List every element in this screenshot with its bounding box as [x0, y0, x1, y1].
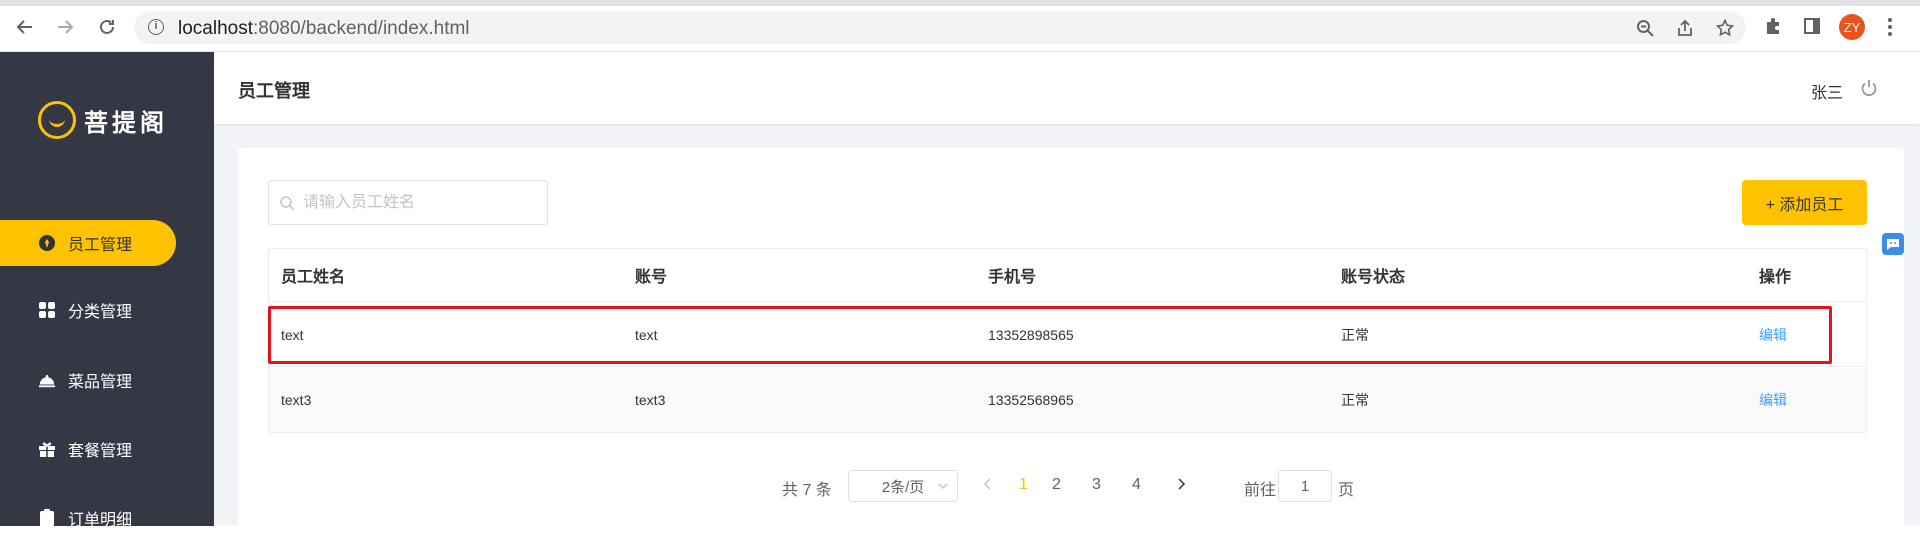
edit-link[interactable]: 编辑: [1759, 390, 1787, 410]
url-path: :8080/backend/index.html: [253, 18, 470, 39]
cell-name: text: [281, 326, 304, 343]
zoom-icon[interactable]: [1634, 17, 1656, 39]
page-number[interactable]: 3: [1092, 476, 1101, 494]
cell-phone: 13352898565: [988, 326, 1074, 343]
employee-icon: [38, 234, 56, 252]
url-host: localhost: [178, 18, 253, 39]
page-size-select[interactable]: 2条/页: [848, 470, 958, 502]
main-content: 员工管理 张三 + 添加员工 员工姓名 账号 手机号 账号状态 操作 text …: [214, 52, 1920, 548]
forward-icon[interactable]: [52, 14, 78, 40]
cell-phone: 13352568965: [988, 392, 1074, 408]
sidebar-item-category[interactable]: 分类管理: [0, 287, 176, 333]
column-header-status: 账号状态: [1341, 269, 1406, 286]
sidebar-item-order[interactable]: 订单明细: [0, 495, 176, 541]
table-row: text text 13352898565 正常 编辑: [269, 303, 1866, 367]
next-page-icon[interactable]: [1174, 476, 1188, 492]
logo: 菩提阁: [38, 100, 168, 140]
column-header-phone: 手机号: [988, 269, 1037, 286]
bookmark-star-icon[interactable]: [1714, 17, 1736, 39]
browser-toolbar: i localhost:8080/backend/index.html ZY: [0, 0, 1920, 52]
add-employee-button[interactable]: + 添加员工: [1742, 180, 1867, 225]
search-field[interactable]: [268, 180, 548, 225]
page-number[interactable]: 2: [1052, 476, 1061, 494]
table-header-row: 员工姓名 账号 手机号 账号状态 操作: [269, 249, 1866, 302]
cell-name: text3: [281, 392, 312, 408]
sidebar-item-employee[interactable]: 员工管理: [0, 220, 176, 266]
search-icon: [280, 195, 295, 211]
browser-menu-icon[interactable]: [1880, 14, 1900, 40]
chat-widget-icon[interactable]: [1882, 233, 1904, 255]
page-size-value: 2条/页: [881, 478, 925, 496]
table-row: text3 text3 13352568965 正常 编辑: [269, 368, 1866, 432]
page-number[interactable]: 4: [1132, 476, 1141, 494]
prev-page-icon[interactable]: [981, 476, 995, 492]
cell-account: text3: [635, 392, 666, 408]
cell-account: text: [635, 326, 658, 343]
cell-status: 正常: [1341, 326, 1369, 343]
page-title: 员工管理: [238, 81, 310, 101]
sidebar-item-label: 分类管理: [68, 304, 133, 321]
page-header: 员工管理 张三: [214, 52, 1920, 124]
user-name[interactable]: 张三: [1811, 79, 1843, 103]
pagination-total: 共 7 条: [782, 482, 832, 499]
goto-page-input[interactable]: [1278, 470, 1332, 502]
cell-status: 正常: [1341, 392, 1369, 408]
tab-strip: [0, 0, 1920, 6]
sidebar-item-label: 套餐管理: [68, 443, 133, 460]
logo-text: 菩提阁: [84, 109, 168, 137]
search-input[interactable]: [303, 193, 533, 212]
sidebar-item-label: 订单明细: [68, 512, 133, 529]
sidebar-item-label: 员工管理: [68, 237, 133, 254]
gift-icon: [38, 440, 56, 458]
sidebar: 菩提阁 员工管理 分类管理 菜品管理 套餐管理 订单明细: [0, 52, 214, 529]
dish-cloche-icon: [38, 371, 56, 389]
pagination: 共 7 条 2条/页 1 2 3 4 前往 页: [238, 468, 1904, 502]
logout-power-icon[interactable]: [1859, 78, 1879, 98]
url-text: localhost:8080/backend/index.html: [178, 18, 470, 40]
reload-icon[interactable]: [94, 14, 120, 40]
column-header-name: 员工姓名: [281, 269, 346, 286]
sidebar-item-setmeal[interactable]: 套餐管理: [0, 426, 176, 472]
back-icon[interactable]: [12, 14, 38, 40]
address-bar[interactable]: i localhost:8080/backend/index.html: [134, 11, 1746, 44]
employee-table: 员工姓名 账号 手机号 账号状态 操作 text text 1335289856…: [268, 248, 1867, 433]
column-header-account: 账号: [635, 269, 668, 286]
share-icon[interactable]: [1674, 17, 1696, 39]
profile-avatar[interactable]: ZY: [1839, 14, 1865, 40]
site-info-icon[interactable]: i: [148, 19, 164, 35]
category-grid-icon: [38, 301, 56, 319]
order-icon: [38, 509, 56, 527]
edit-link[interactable]: 编辑: [1759, 325, 1787, 345]
logo-icon: [38, 101, 76, 139]
goto-suffix: 页: [1338, 482, 1355, 499]
side-panel-icon[interactable]: [1800, 14, 1824, 38]
column-header-action: 操作: [1759, 269, 1792, 286]
chevron-down-icon: [938, 483, 948, 490]
extensions-puzzle-icon[interactable]: [1761, 14, 1785, 38]
sidebar-item-dish[interactable]: 菜品管理: [0, 357, 176, 403]
page-number[interactable]: 1: [1019, 476, 1028, 494]
goto-label: 前往: [1244, 482, 1277, 499]
sidebar-item-label: 菜品管理: [68, 374, 133, 391]
employee-card: + 添加员工 员工姓名 账号 手机号 账号状态 操作 text text 133…: [238, 148, 1904, 548]
